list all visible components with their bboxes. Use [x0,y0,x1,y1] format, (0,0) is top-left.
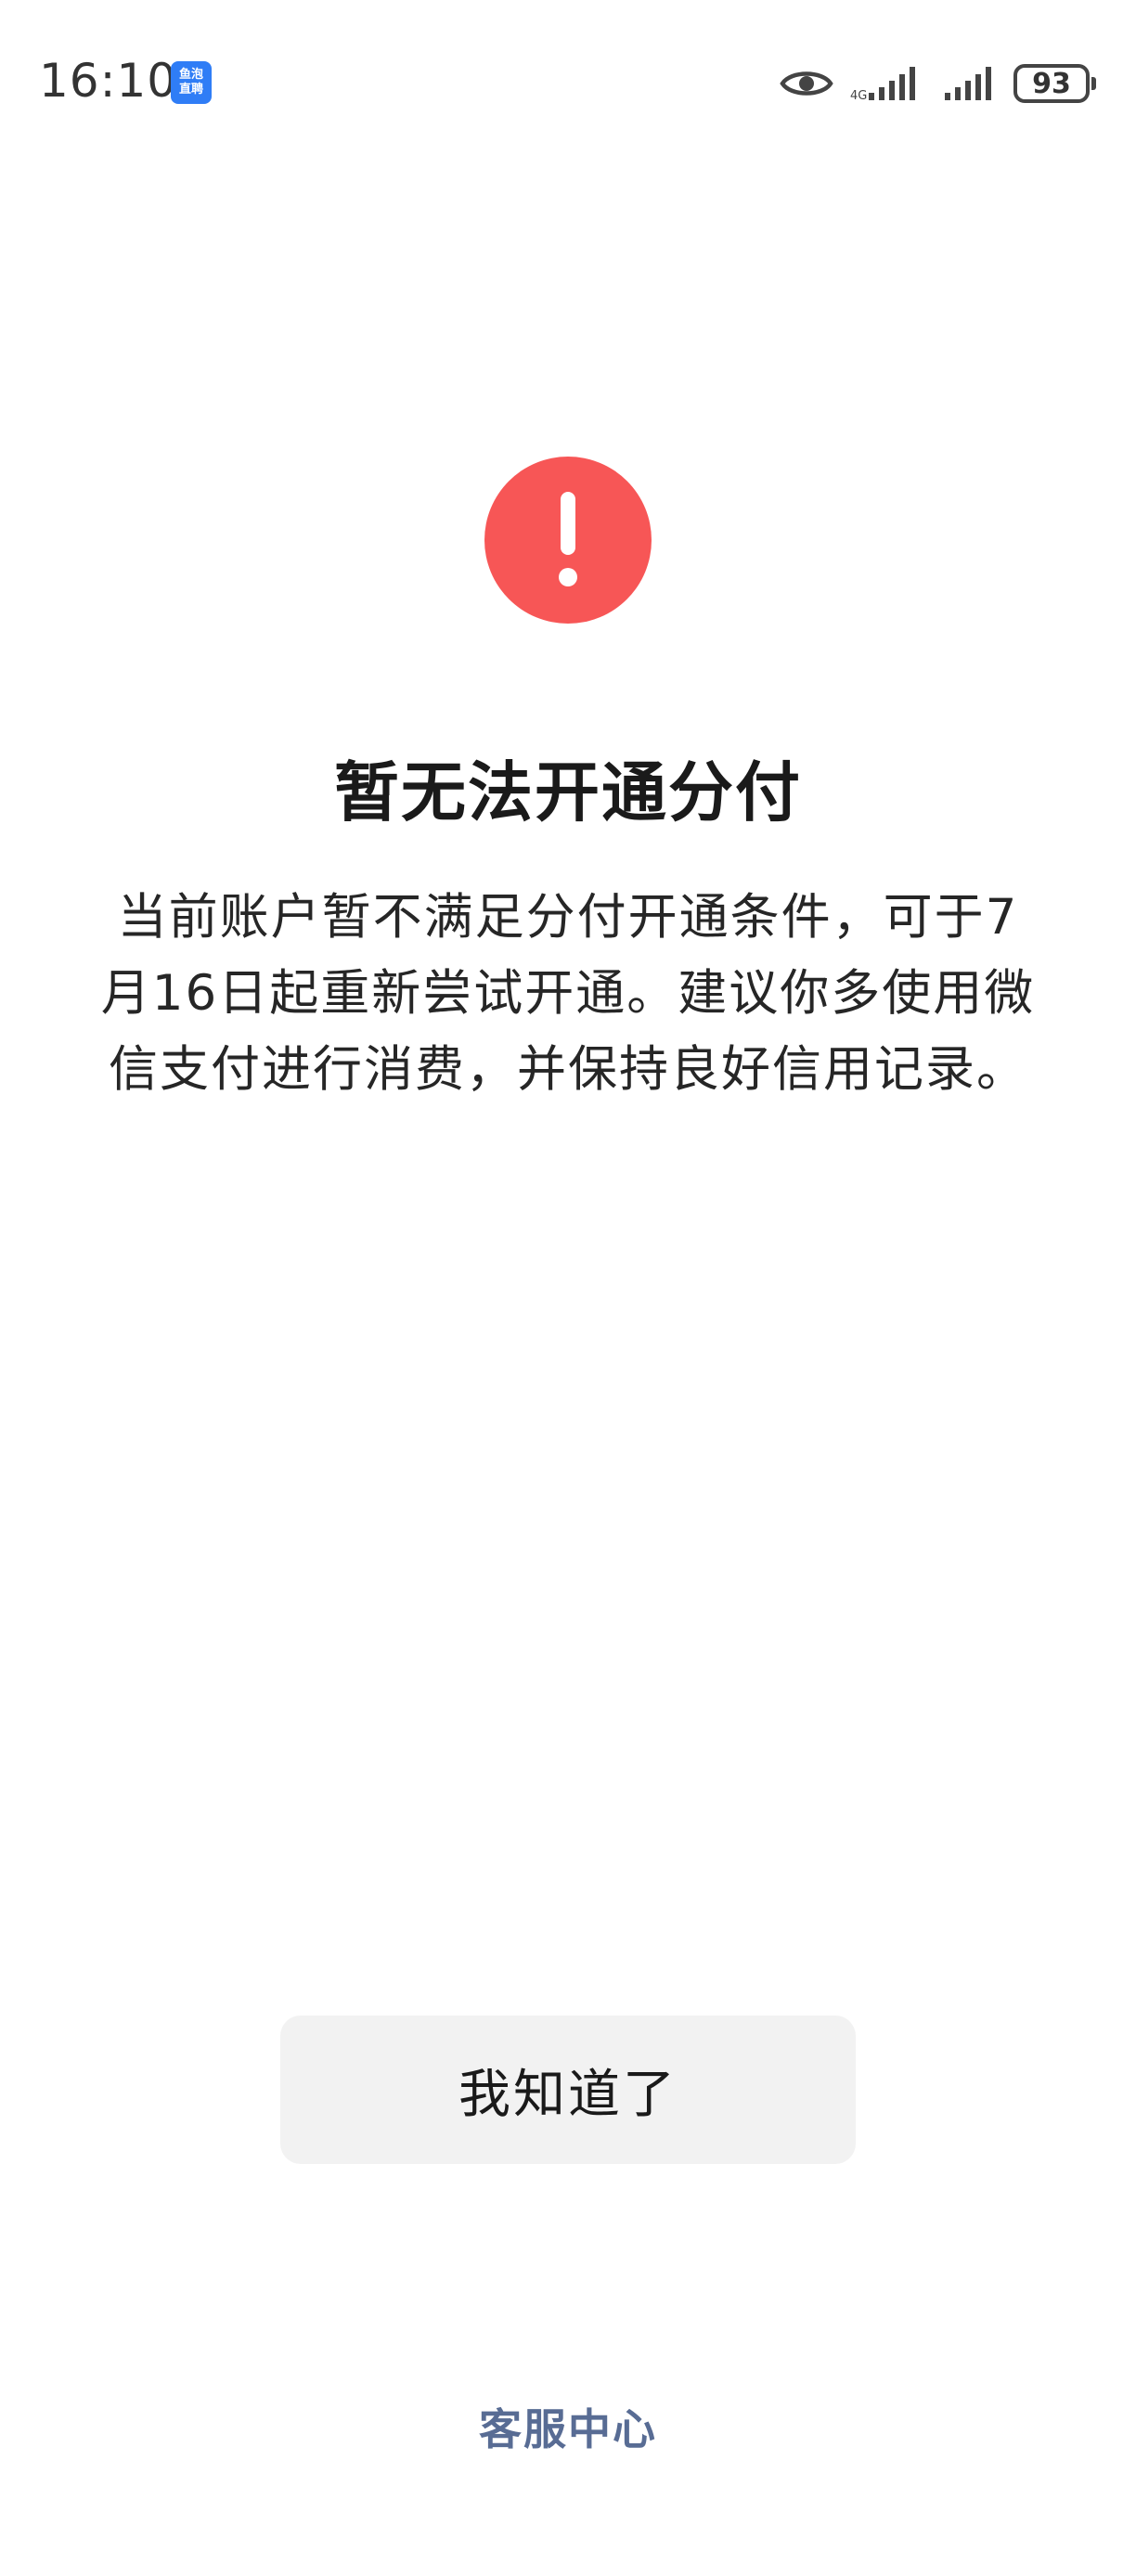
eye-icon [780,71,833,96]
signal-icon [945,67,991,100]
app-badge-line1: 鱼泡 [178,68,203,82]
status-indicators: 4G 93 [780,58,1096,109]
description-text: 当前账户暂不满足分付开通条件，可于7月16日起重新尝试开通。建议你多使用微信支付… [100,889,1036,1098]
battery-level: 93 [1032,67,1071,100]
app-badge-line2: 直聘 [178,83,203,97]
confirm-button[interactable]: 我知道了 [280,2016,856,2164]
customer-service-link[interactable]: 客服中心 [0,2396,1136,2457]
battery-icon: 93 [1013,64,1096,103]
page-title: 暂无法开通分付 [334,754,802,831]
status-bar: 16:10 鱼泡 直聘 4G 93 [0,0,1136,167]
signal-icon: 4G [850,67,915,102]
exclamation-circle-icon [484,457,652,624]
app-notification-icon: 鱼泡 直聘 [171,61,212,104]
svg-text:4G: 4G [850,89,867,102]
status-time: 16:10 [39,54,178,108]
